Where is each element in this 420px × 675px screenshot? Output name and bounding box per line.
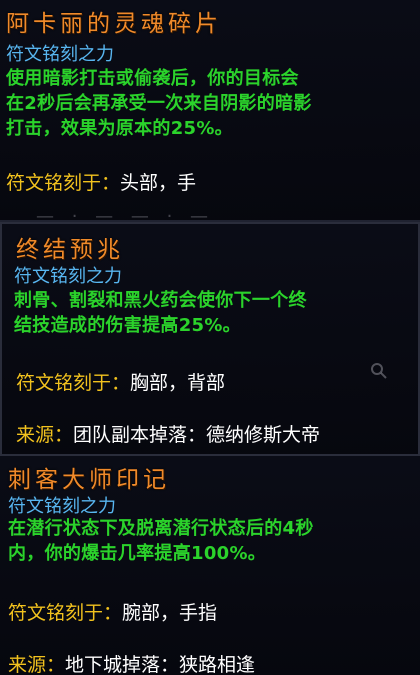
tooltip-subtitle: 符文铭刻之力 bbox=[14, 266, 122, 287]
source-row: 来源：地下城掉落：狭路相逢 bbox=[8, 650, 255, 675]
source-label: 来源： bbox=[8, 654, 66, 675]
tooltip-description: 刺骨、割裂和黑火药会使你下一个终 结技造成的伤害提高25%。 bbox=[14, 290, 307, 336]
tooltip-title: 终结预兆 bbox=[16, 237, 124, 263]
source-label: 来源： bbox=[16, 424, 74, 446]
tooltip-subtitle: 符文铭刻之力 bbox=[6, 44, 114, 65]
inscribed-value: 腕部，手指 bbox=[122, 602, 218, 624]
search-icon bbox=[370, 362, 388, 380]
rune-tooltip-master-assassin-mark: 刺客大师印记 符文铭刻之力 在潜行状态下及脱离潜行状态后的4秒 内，你的爆击几率… bbox=[0, 454, 420, 675]
tooltip-description: 使用暗影打击或偷袭后，你的目标会 在2秒后会再承受一次来自阴影的暗影 打击，效果… bbox=[6, 68, 312, 139]
rune-tooltip-finality-omen: 终结预兆 符文铭刻之力 刺骨、割裂和黑火药会使你下一个终 结技造成的伤害提高25… bbox=[0, 222, 420, 454]
rune-tooltip-akali-soul-fragment: 阿卡丽的灵魂碎片 符文铭刻之力 使用暗影打击或偷袭后，你的目标会 在2秒后会再承… bbox=[0, 0, 420, 222]
inscribed-label: 符文铭刻于： bbox=[8, 602, 123, 624]
inscribed-label: 符文铭刻于： bbox=[16, 372, 131, 394]
tooltip-subtitle: 符文铭刻之力 bbox=[8, 496, 116, 517]
inscribed-label: 符文铭刻于： bbox=[6, 172, 121, 194]
tooltip-title: 刺客大师印记 bbox=[8, 467, 170, 493]
inscribed-value: 胸部，背部 bbox=[130, 372, 226, 394]
inscribed-slot-row: 符文铭刻于：头部，手 bbox=[6, 168, 196, 195]
inscribed-value: 头部，手 bbox=[120, 172, 197, 194]
source-value: 地下城掉落：狭路相逢 bbox=[65, 654, 256, 675]
tooltip-title: 阿卡丽的灵魂碎片 bbox=[6, 11, 222, 37]
obscured-text: — · — — · — bbox=[36, 206, 215, 222]
inscribed-slot-row: 符文铭刻于：腕部，手指 bbox=[8, 598, 217, 625]
source-row: 来源：团队副本掉落：德纳修斯大帝 bbox=[16, 420, 320, 447]
inscribed-slot-row: 符文铭刻于：胸部，背部 bbox=[16, 368, 225, 395]
tooltip-description: 在潜行状态下及脱离潜行状态后的4秒 内，你的爆击几率提高100%。 bbox=[8, 518, 314, 564]
source-value: 团队副本掉落：德纳修斯大帝 bbox=[73, 424, 321, 446]
